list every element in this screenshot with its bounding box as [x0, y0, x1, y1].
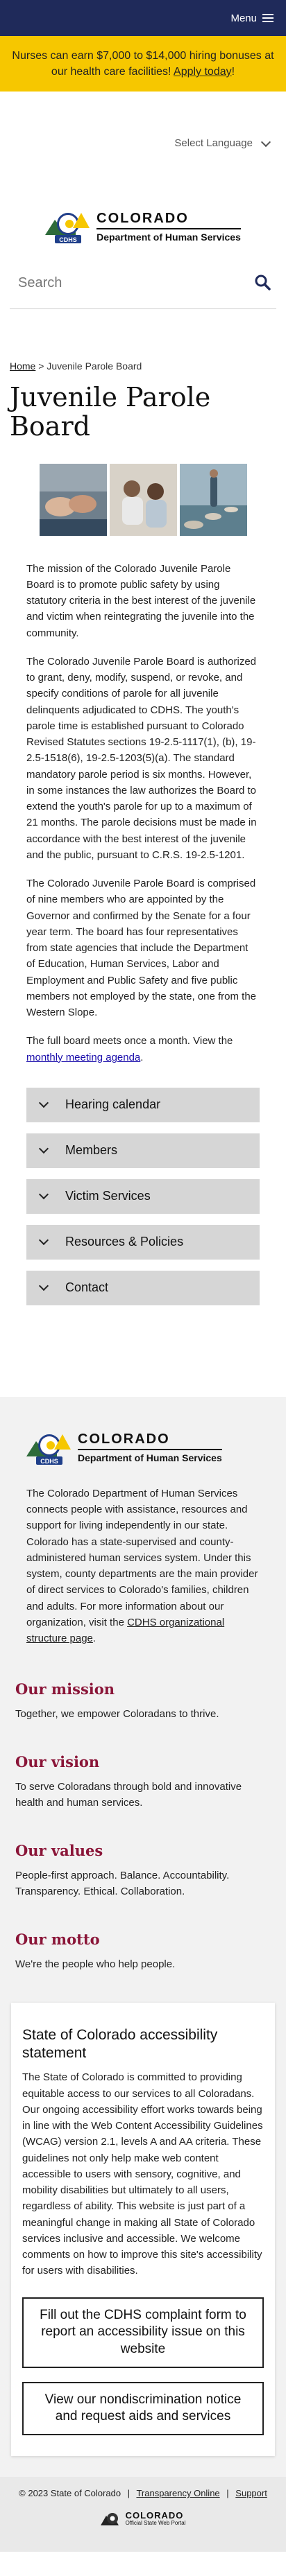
breadcrumb-current: Juvenile Parole Board	[47, 360, 142, 372]
accordion-hearing-calendar[interactable]: Hearing calendar	[26, 1087, 260, 1122]
top-bar: Menu	[0, 0, 286, 36]
accordion-resources-policies[interactable]: Resources & Policies	[26, 1224, 260, 1260]
copyright: © 2023 State of Colorado	[19, 2488, 121, 2499]
accordion-victim-services[interactable]: Victim Services	[26, 1178, 260, 1214]
colorado-portal-logo-icon	[100, 2512, 119, 2525]
portal-sub: Official State Web Portal	[125, 2520, 186, 2527]
logo-brand: COLORADO	[96, 210, 189, 226]
vision-text: To serve Coloradans through bold and inn…	[15, 1780, 242, 1809]
content-paragraph: The Colorado Juvenile Parole Board is co…	[26, 878, 257, 1019]
chevron-down-icon	[38, 1144, 49, 1154]
nondiscrimination-button[interactable]: View our nondiscrimination notice and re…	[22, 2381, 264, 2436]
colorado-portal-logo[interactable]: COLORADO Official State Web Portal	[0, 2510, 286, 2528]
chevron-down-icon	[38, 1281, 49, 1291]
menu-label: Menu	[230, 12, 257, 24]
content-paragraph: The Colorado Juvenile Parole Board is au…	[26, 655, 257, 861]
language-row: Select Language	[0, 92, 286, 195]
footer-logo[interactable]: CDHS COLORADO Department of Human Servic…	[0, 1420, 286, 1476]
breadcrumb-home[interactable]: Home	[10, 360, 35, 372]
bottom-bar: © 2023 State of Colorado | Transparency …	[0, 2477, 286, 2552]
page-title: Juvenile Parole Board	[10, 382, 211, 442]
accessibility-statement: State of Colorado accessibility statemen…	[11, 2002, 275, 2457]
accessibility-text: The State of Colorado is committed to pr…	[22, 2071, 263, 2277]
accordion-members[interactable]: Members	[26, 1133, 260, 1168]
header-logo[interactable]: CDHS COLORADO Department of Human Servic…	[0, 195, 286, 258]
chevron-down-icon	[38, 1235, 49, 1246]
motto-heading: Our motto	[15, 1931, 100, 1949]
accordion-label: Contact	[65, 1280, 109, 1295]
footer-about: The Colorado Department of Human Service…	[26, 1487, 258, 1645]
announcement-banner: Nurses can earn $7,000 to $14,000 hiring…	[0, 36, 286, 92]
hero-images	[0, 463, 286, 536]
announcement-text: Nurses can earn $7,000 to $14,000 hiring…	[12, 49, 274, 78]
svg-text:CDHS: CDHS	[59, 236, 77, 243]
vision-heading: Our vision	[15, 1753, 100, 1771]
complaint-form-button[interactable]: Fill out the CDHS complaint form to repo…	[22, 2297, 264, 2368]
transparency-online-link[interactable]: Transparency Online	[136, 2488, 219, 2498]
accordion-label: Hearing calendar	[65, 1097, 161, 1112]
main-content: The mission of the Colorado Juvenile Par…	[0, 561, 286, 1065]
footer-logo-department: Department of Human Services	[78, 1449, 222, 1464]
meeting-paragraph: The full board meets once a month. View …	[26, 1035, 233, 1063]
logo-department: Department of Human Services	[96, 227, 241, 243]
mission-text: Together, we empower Coloradans to thriv…	[15, 1707, 219, 1720]
accordion-contact[interactable]: Contact	[26, 1270, 260, 1305]
motto-block: Our motto We're the people who help peop…	[0, 1929, 286, 1972]
monthly-meeting-agenda-link[interactable]: monthly meeting agenda	[26, 1052, 140, 1063]
support-link[interactable]: Support	[235, 2488, 267, 2498]
search-bar	[10, 258, 276, 309]
vision-block: Our vision To serve Coloradans through b…	[0, 1751, 286, 1811]
svg-text:CDHS: CDHS	[40, 1458, 58, 1465]
accordion-list: Hearing calendar Members Victim Services…	[0, 1078, 286, 1305]
site-footer: CDHS COLORADO Department of Human Servic…	[0, 1396, 286, 2478]
colorado-logo-icon: CDHS	[26, 1434, 71, 1465]
accessibility-heading: State of Colorado accessibility statemen…	[22, 2026, 218, 2062]
mission-block: Our mission Together, we empower Colorad…	[0, 1678, 286, 1722]
hero-image-stepping-stones	[179, 463, 247, 536]
values-text: People-first approach. Balance. Accounta…	[15, 1869, 230, 1897]
search-input[interactable]	[10, 275, 218, 291]
colorado-logo-icon: CDHS	[45, 213, 90, 243]
chevron-down-icon	[38, 1098, 49, 1108]
chevron-down-icon	[260, 137, 271, 147]
values-block: Our values People-first approach. Balanc…	[0, 1840, 286, 1899]
portal-brand: COLORADO	[125, 2509, 184, 2521]
content-paragraph: The mission of the Colorado Juvenile Par…	[26, 562, 256, 639]
breadcrumb: Home > Juvenile Parole Board	[0, 309, 286, 374]
apply-today-link[interactable]: Apply today	[174, 66, 232, 78]
language-select[interactable]: Select Language	[174, 136, 271, 152]
search-button[interactable]	[249, 274, 276, 293]
search-icon	[255, 275, 271, 290]
bottom-links: © 2023 State of Colorado | Transparency …	[19, 2488, 267, 2499]
accordion-label: Members	[65, 1143, 118, 1158]
hero-image-people	[109, 463, 177, 536]
footer-logo-brand: COLORADO	[78, 1431, 170, 1447]
hero-image-hands	[39, 463, 107, 536]
menu-button[interactable]: Menu	[230, 12, 274, 24]
accordion-label: Resources & Policies	[65, 1235, 184, 1249]
values-heading: Our values	[15, 1842, 103, 1860]
chevron-down-icon	[38, 1190, 49, 1200]
mission-heading: Our mission	[15, 1680, 115, 1698]
breadcrumb-separator: >	[38, 360, 44, 372]
hamburger-icon	[262, 12, 274, 24]
language-select-label: Select Language	[174, 137, 253, 149]
motto-text: We're the people who help people.	[15, 1958, 176, 1970]
accordion-label: Victim Services	[65, 1189, 151, 1203]
